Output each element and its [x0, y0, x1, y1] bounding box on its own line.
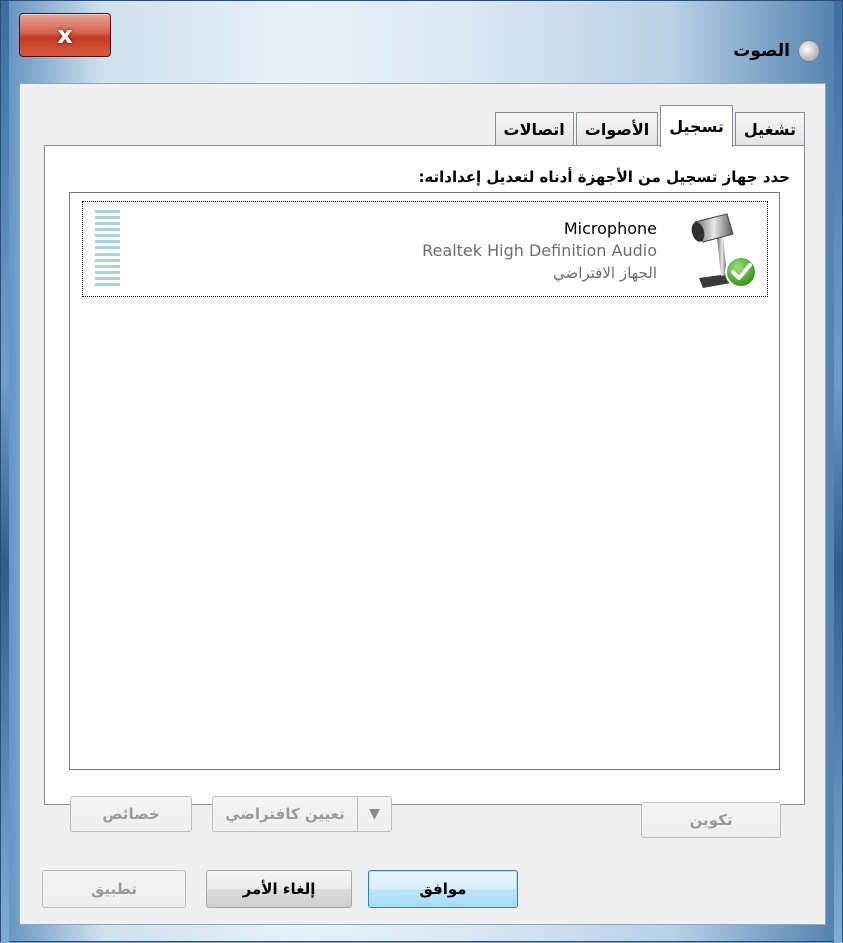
list-item-microphone[interactable]: Microphone Realtek High Definition Audio… [82, 201, 768, 297]
level-meter-segment [95, 240, 120, 244]
apply-button[interactable]: تطبيق [42, 870, 186, 908]
level-meter-segment [95, 210, 120, 213]
level-meter-segment [95, 234, 120, 238]
level-meter-segment [95, 228, 120, 232]
level-meter-segment [95, 264, 120, 268]
frame-left-edge [1, 1, 9, 943]
checkmark-icon [725, 256, 757, 288]
level-meter-segment [95, 246, 120, 250]
dialog-client-area: تشغيل تسجيل الأصوات اتصالات حدد جهاز تسج… [19, 83, 826, 925]
level-meter-segment [95, 270, 120, 274]
level-meter-segment [95, 276, 120, 280]
device-list[interactable]: Microphone Realtek High Definition Audio… [69, 192, 780, 770]
level-meter-segment [95, 216, 120, 220]
tab-playback[interactable]: تشغيل [734, 112, 805, 146]
set-default-button[interactable]: ▼ تعيين كافتراضي [212, 796, 392, 832]
close-icon: x [57, 21, 73, 49]
device-driver: Realtek High Definition Audio [422, 241, 657, 260]
ok-button[interactable]: موافق [368, 870, 518, 908]
set-default-label: تعيين كافتراضي [225, 805, 345, 823]
properties-button[interactable]: خصائص [70, 796, 192, 832]
chevron-down-icon[interactable]: ▼ [357, 797, 391, 831]
speaker-icon [798, 40, 820, 62]
tab-recording[interactable]: تسجيل [660, 105, 733, 147]
device-status: الجهاز الافتراضي [552, 264, 657, 282]
level-meter-segment [95, 258, 120, 262]
window-frame: x الصوت تشغيل تسجيل الأصوات اتصالات حدد … [0, 0, 843, 943]
configure-button[interactable]: تكوين [641, 802, 781, 838]
window-title-area: الصوت [733, 39, 820, 63]
device-info: Microphone Realtek High Definition Audio… [422, 218, 657, 284]
level-meter-segment [95, 252, 120, 256]
level-meter-segment [95, 222, 120, 226]
title-bar[interactable]: x الصوت [1, 1, 843, 79]
recording-panel: حدد جهاز تسجيل من الأجهزة أدناه لتعديل إ… [44, 145, 805, 805]
tab-strip: تشغيل تسجيل الأصوات اتصالات [493, 102, 805, 147]
window-title: الصوت [733, 41, 790, 61]
tab-communications[interactable]: اتصالات [494, 112, 574, 146]
instruction-text: حدد جهاز تسجيل من الأجهزة أدناه لتعديل إ… [418, 168, 790, 186]
cancel-button[interactable]: إلغاء الأمر [206, 870, 352, 908]
level-meter [95, 210, 120, 286]
tab-sounds[interactable]: الأصوات [575, 112, 659, 146]
frame-right-edge [834, 1, 842, 943]
microphone-icon [691, 213, 757, 288]
device-name: Microphone [563, 219, 657, 238]
level-meter-segment [95, 282, 120, 286]
close-button[interactable]: x [19, 13, 111, 57]
